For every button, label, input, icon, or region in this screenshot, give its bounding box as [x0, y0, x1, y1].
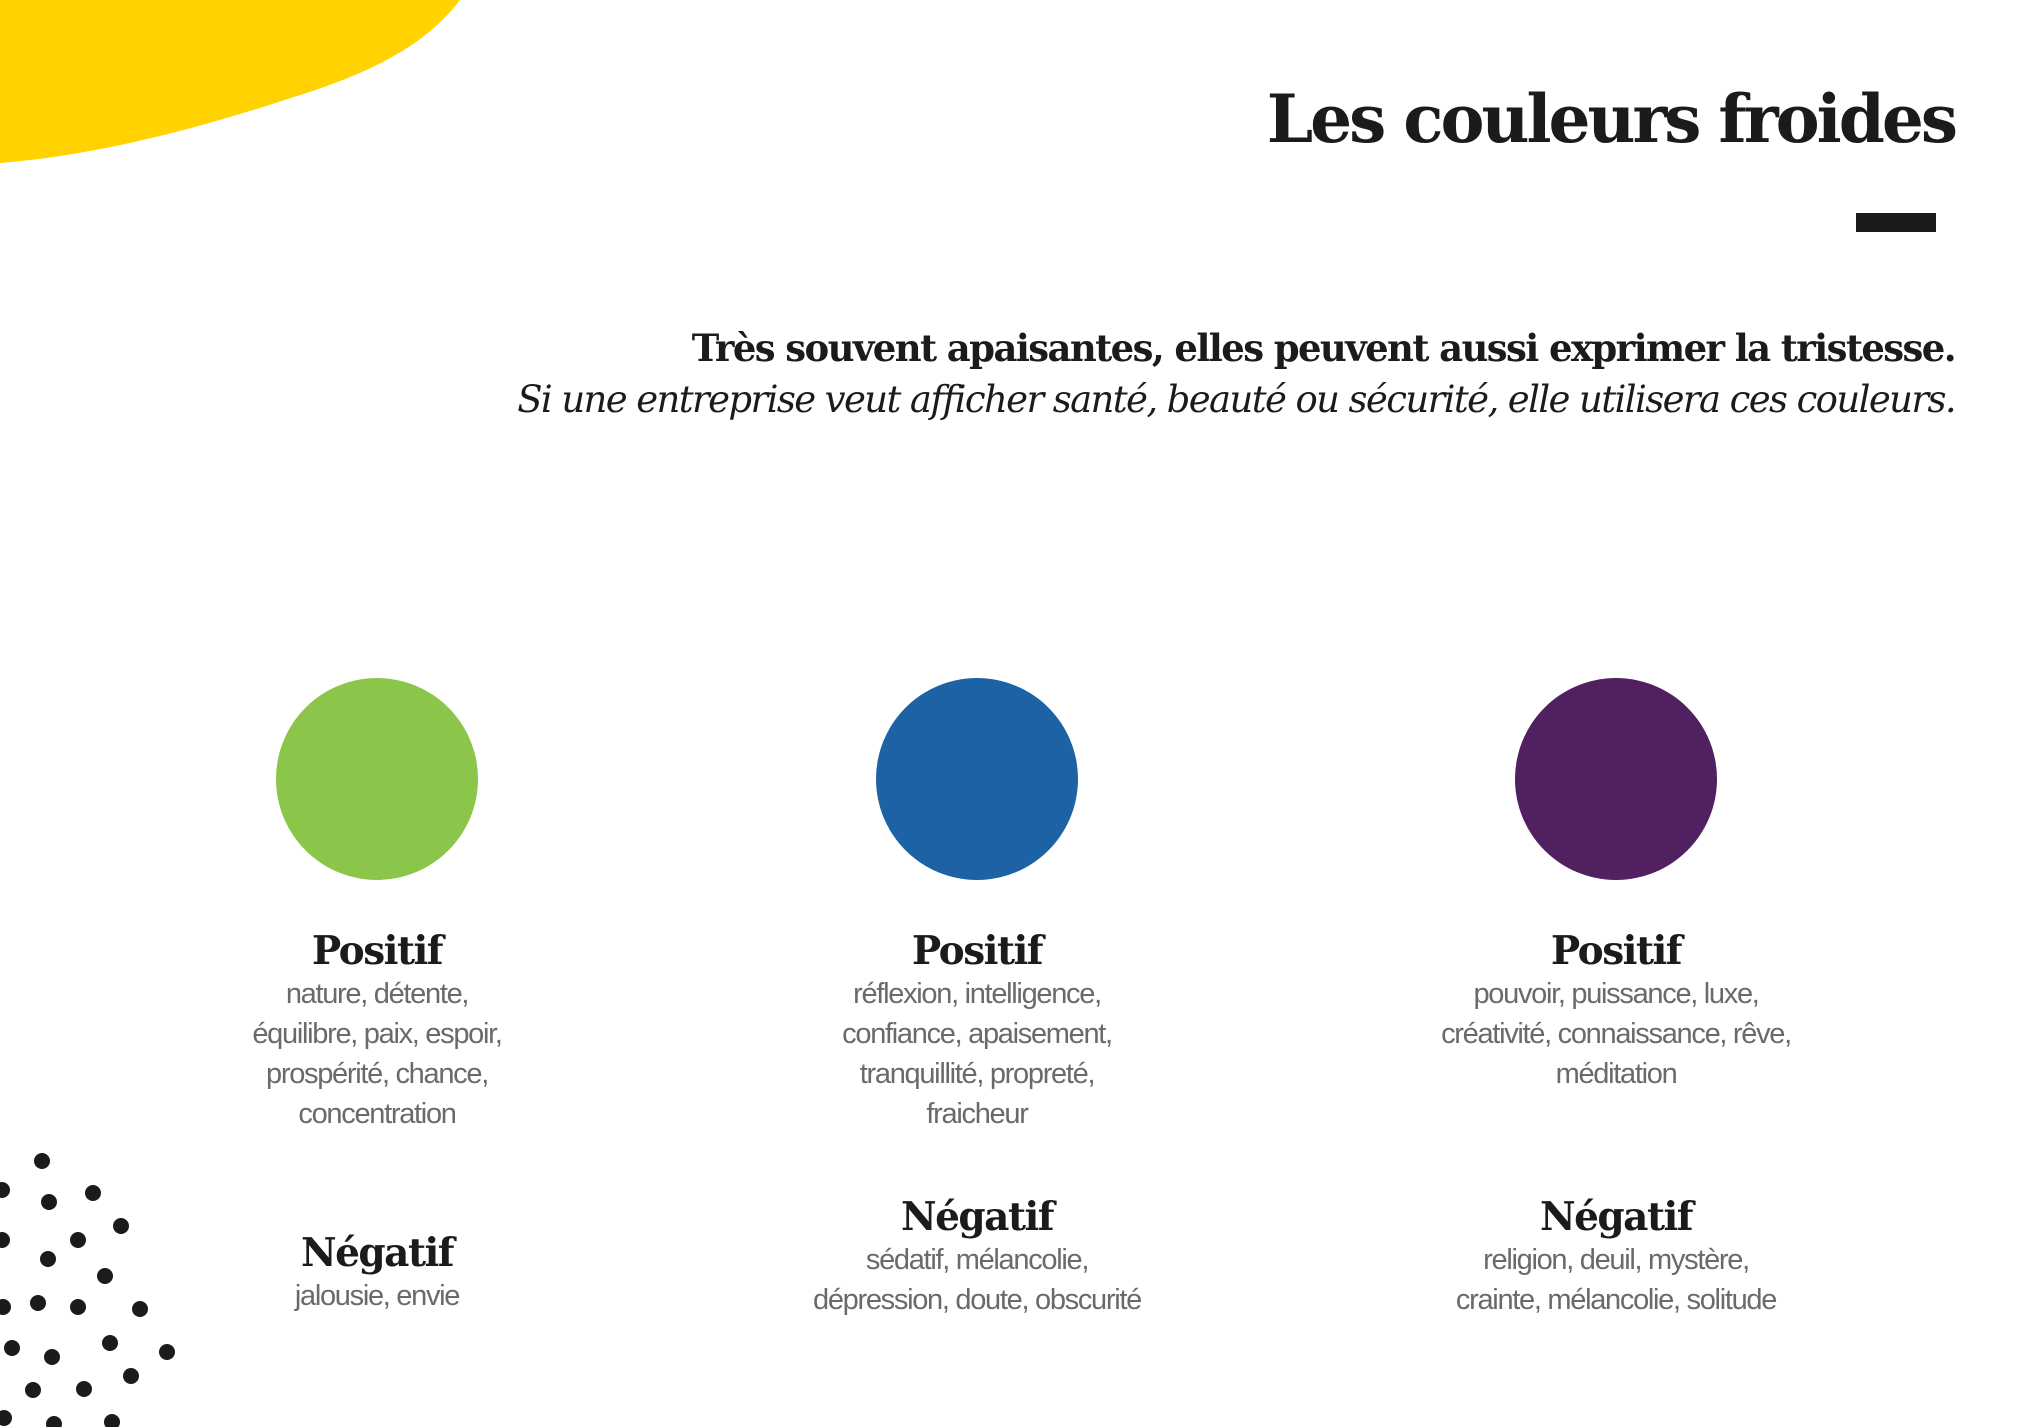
positive-heading: Positif: [911, 928, 1044, 974]
yellow-blob-decoration: [0, 0, 460, 163]
positive-heading: Positif: [311, 928, 444, 974]
positive-description: nature, détente, équilibre, paix, espoir…: [117, 974, 637, 1134]
description-line: sédatif, mélancolie,: [865, 1244, 1090, 1276]
description-line: religion, deuil, mystère,: [1483, 1244, 1750, 1276]
description-line: créativité, connaissance, rêve,: [1441, 1018, 1792, 1050]
description-line: méditation: [1555, 1058, 1678, 1090]
color-column-purple: Positif pouvoir, puissance, luxe, créati…: [1356, 678, 1876, 1316]
intro-lead: Très souvent apaisantes, elles peuvent a…: [691, 326, 1957, 370]
title-underline: [1856, 213, 1936, 232]
description-line: nature, détente,: [285, 978, 470, 1010]
description-line: confiance, apaisement,: [842, 1018, 1113, 1050]
blue-swatch: [876, 678, 1078, 880]
description-line: fraicheur: [926, 1098, 1028, 1130]
description-line: concentration: [298, 1098, 457, 1130]
intro-sub: Si une entreprise veut afficher santé, b…: [517, 378, 1956, 421]
negative-heading: Négatif: [1539, 1194, 1694, 1240]
negative-description: sédatif, mélancolie, dépression, doute, …: [717, 1240, 1237, 1320]
description-line: équilibre, paix, espoir,: [252, 1018, 503, 1050]
description-line: réflexion, intelligence,: [853, 978, 1102, 1010]
negative-description: jalousie, envie: [117, 1276, 637, 1316]
positive-description: réflexion, intelligence, confiance, apai…: [717, 974, 1237, 1134]
color-column-green: Positif nature, détente, équilibre, paix…: [117, 678, 637, 1312]
description-line: dépression, doute, obscurité: [813, 1284, 1142, 1316]
description-line: tranquillité, propreté,: [859, 1058, 1096, 1090]
description-line: jalousie, envie: [294, 1280, 461, 1312]
page-title: Les couleurs froides: [1266, 80, 1958, 158]
positive-description: pouvoir, puissance, luxe, créativité, co…: [1356, 974, 1876, 1094]
positive-heading: Positif: [1550, 928, 1683, 974]
negative-heading: Négatif: [300, 1230, 455, 1276]
green-swatch: [276, 678, 478, 880]
negative-description: religion, deuil, mystère, crainte, mélan…: [1356, 1240, 1876, 1320]
purple-swatch: [1515, 678, 1717, 880]
description-line: pouvoir, puissance, luxe,: [1473, 978, 1759, 1010]
description-line: prospérité, chance,: [266, 1058, 489, 1090]
description-line: crainte, mélancolie, solitude: [1455, 1284, 1777, 1316]
intro-text: Très souvent apaisantes, elles peuvent a…: [517, 322, 1957, 426]
color-column-blue: Positif réflexion, intelligence, confian…: [717, 678, 1237, 1316]
negative-heading: Négatif: [900, 1194, 1055, 1240]
